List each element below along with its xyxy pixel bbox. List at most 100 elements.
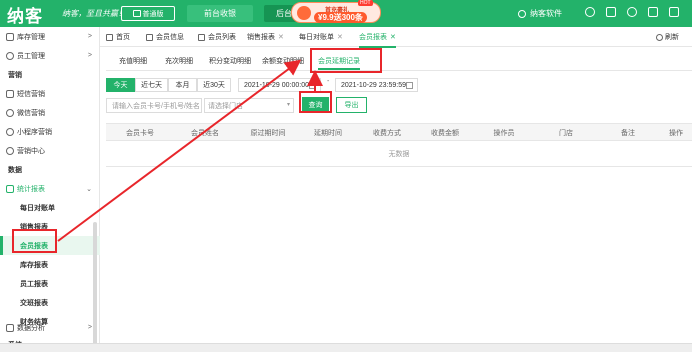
sidebar-item-miniprogram[interactable]: 小程序营销 — [0, 122, 100, 141]
calendar-icon — [406, 82, 413, 89]
top-icons — [585, 7, 679, 17]
sms-icon — [6, 89, 14, 98]
analytics-icon — [6, 323, 14, 332]
col-action: 操作 — [669, 130, 683, 137]
tab-member-report[interactable]: 会员报表 ✕ — [359, 27, 396, 48]
date-today-button[interactable]: 今天 — [106, 78, 135, 92]
sidebar-item-reports[interactable]: 统计报表 ⌄ — [0, 179, 100, 198]
staff-icon — [6, 51, 14, 60]
highlight-box-sidebar — [12, 229, 57, 253]
tab-member-list[interactable]: 会员列表 — [198, 27, 236, 47]
subtab-recharge[interactable]: 充值明细 — [119, 51, 147, 70]
sidebar-item-label: 营销中心 — [17, 147, 45, 155]
refresh-label: 刷新 — [665, 34, 679, 41]
app-root: 纳客 纳客，至且共赢！ 普通版 前台收银 后台管理 首充豪礼 ¥9.9送300条… — [0, 0, 692, 352]
sidebar-item-marketing-center[interactable]: 营销中心 — [0, 141, 100, 160]
chevron-down-icon: ⌄ — [86, 185, 92, 193]
tab-member-info[interactable]: 会员信息 — [146, 27, 184, 47]
member-icon — [146, 33, 153, 41]
bottom-bar — [0, 343, 692, 352]
edition-label: 普通版 — [142, 10, 164, 18]
export-button[interactable]: 导出 — [336, 97, 367, 113]
logout-icon[interactable] — [669, 7, 679, 17]
refresh-icon — [656, 33, 663, 41]
chevron-down-icon: ▾ — [286, 102, 290, 108]
subtab-points[interactable]: 积分变动明细 — [209, 51, 251, 70]
col-operator: 操作员 — [493, 130, 515, 137]
list-icon — [198, 33, 205, 41]
date-7days-button[interactable]: 近七天 — [135, 78, 168, 92]
chevron-right-icon: > — [87, 33, 92, 40]
refresh-button[interactable]: 刷新 — [656, 27, 679, 47]
promo-egg-icon — [297, 6, 311, 20]
nav-front-cashier[interactable]: 前台收银 — [187, 5, 253, 22]
close-icon[interactable]: ✕ — [278, 33, 284, 41]
wechat-icon — [6, 108, 14, 117]
sidebar-item-label: 小程序营销 — [17, 128, 52, 136]
calendar-icon — [309, 82, 316, 89]
tab-home[interactable]: 首页 — [106, 27, 130, 47]
subtab-balance[interactable]: 余额变动明细 — [262, 51, 304, 70]
lock-icon[interactable] — [606, 7, 616, 17]
edition-icon — [132, 10, 141, 17]
search-input[interactable]: 请输入会员卡号/手机号/姓名 — [106, 98, 202, 113]
sidebar-sub-daily-statement[interactable]: 每日对账单 — [0, 198, 100, 217]
highlight-box-query — [299, 91, 332, 113]
support-icon[interactable] — [585, 7, 595, 17]
close-icon[interactable]: ✕ — [390, 33, 396, 41]
col-amount: 收费金额 — [431, 130, 459, 137]
top-bar: 纳客 纳客，至且共赢！ 普通版 前台收银 后台管理 首充豪礼 ¥9.9送300条… — [0, 0, 692, 27]
tab-sales-report[interactable]: 销售报表 ✕ — [247, 27, 284, 47]
sidebar-item-sms[interactable]: 短信营销 — [0, 84, 100, 103]
close-icon[interactable]: ✕ — [337, 33, 343, 41]
sidebar-item-label: 微信营销 — [17, 109, 45, 117]
active-indicator — [0, 236, 3, 255]
sidebar-item-inventory[interactable]: 库存管理 > — [0, 27, 100, 46]
sidebar: 库存管理 > 员工管理 > 营销 短信营销 微信营销 小程序营销 营销中心 数据 统… — [0, 27, 100, 352]
download-icon[interactable] — [648, 7, 658, 17]
date-end-input[interactable]: 2021-10-29 23:59:59 — [335, 78, 418, 92]
col-store: 门店 — [559, 130, 573, 137]
sidebar-sub-staff-report[interactable]: 员工报表 — [0, 274, 100, 293]
tab-label: 会员报表 — [359, 34, 387, 41]
date-end-value: 2021-10-29 23:59:59 — [341, 81, 406, 89]
tab-label: 会员列表 — [208, 34, 236, 41]
tab-label: 首页 — [116, 34, 130, 41]
user-icon — [518, 9, 526, 18]
marketing-icon — [6, 146, 14, 155]
tab-daily-statement[interactable]: 每日对账单 ✕ — [299, 27, 343, 47]
sidebar-sub-shift-report[interactable]: 交班报表 — [0, 293, 100, 312]
sidebar-item-wechat[interactable]: 微信营销 — [0, 103, 100, 122]
col-member-name: 会员姓名 — [191, 130, 219, 137]
date-30days-button[interactable]: 近30天 — [197, 78, 231, 92]
sidebar-group-data: 数据 — [8, 166, 22, 174]
edition-badge[interactable]: 普通版 — [121, 6, 175, 21]
sidebar-item-label: 数据分析 — [17, 324, 45, 332]
table-empty: 无数据 — [106, 141, 692, 167]
home-icon — [106, 33, 113, 41]
bell-icon[interactable] — [627, 7, 637, 17]
promo-offer: ¥9.9送300条 — [314, 12, 367, 23]
sidebar-item-label: 库存管理 — [17, 33, 45, 41]
col-card-no: 会员卡号 — [126, 130, 154, 137]
store-select[interactable]: 请选择门店 ▾ — [204, 98, 294, 113]
sidebar-scrollbar[interactable] — [93, 222, 97, 352]
subtab-count-recharge[interactable]: 充次明细 — [165, 51, 193, 70]
date-separator: - — [327, 78, 330, 85]
col-original-expiry: 原过期时间 — [250, 130, 286, 137]
store-select-placeholder: 请选择门店 — [208, 102, 243, 110]
highlight-box-subtab — [310, 48, 382, 73]
sidebar-item-staff[interactable]: 员工管理 > — [0, 46, 100, 65]
user-menu[interactable]: 纳客软件 — [518, 8, 562, 19]
date-start-input[interactable]: 2021-10-29 00:00:00 — [238, 78, 321, 92]
sidebar-group-marketing: 营销 — [8, 71, 22, 79]
inventory-icon — [6, 32, 14, 41]
tab-label: 每日对账单 — [299, 34, 334, 41]
promo-banner[interactable]: 首充豪礼 ¥9.9送300条 HOT — [291, 0, 381, 23]
sidebar-sub-inventory-report[interactable]: 库存报表 — [0, 255, 100, 274]
col-payment-method: 收费方式 — [373, 130, 401, 137]
report-icon — [6, 184, 14, 193]
tab-label: 会员信息 — [156, 34, 184, 41]
slogan: 纳客，至且共赢！ — [62, 9, 126, 18]
date-month-button[interactable]: 本月 — [168, 78, 197, 92]
